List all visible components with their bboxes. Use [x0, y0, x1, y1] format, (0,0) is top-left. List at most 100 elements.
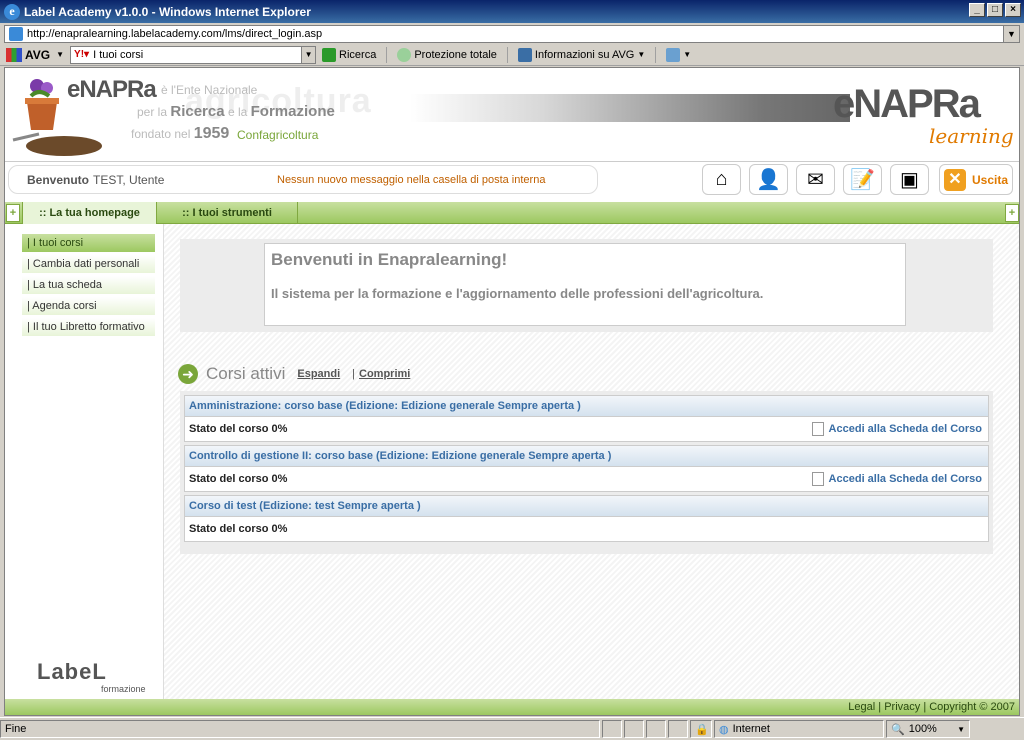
address-input[interactable]: http://enapralearning.labelacademy.com/l…: [4, 24, 1020, 43]
zone-indicator: ◍ Internet: [714, 720, 884, 738]
toolbar-divider: [386, 46, 388, 63]
address-dropdown-icon[interactable]: ▼: [1003, 25, 1019, 42]
avg-logo-icon: [6, 47, 22, 62]
zoom-control[interactable]: 🔍 100% ▼: [886, 720, 970, 738]
yahoo-icon: Y!▾: [74, 49, 90, 60]
main-nav: + :: La tua homepage :: I tuoi strumenti…: [5, 201, 1019, 224]
course-item: Controllo di gestione II: corso base (Ed…: [184, 445, 989, 492]
copyright: Copyright © 2007: [929, 701, 1015, 713]
search-arrow-icon: [322, 47, 337, 62]
avg-toolbar: AVG ▼ Y!▾ I tuoi corsi ▼ Ricerca Protezi…: [0, 44, 1024, 66]
nav-right-cap: +: [1005, 204, 1019, 222]
welcome-user: TEST, Utente: [93, 172, 165, 187]
address-bar: http://enapralearning.labelacademy.com/l…: [0, 23, 1024, 44]
label-logo-sub: formazione: [101, 684, 146, 694]
legal-link[interactable]: Legal: [848, 701, 875, 713]
course-item: Amministrazione: corso base (Edizione: E…: [184, 395, 989, 442]
course-item: Corso di test (Edizione: test Sempre ape…: [184, 495, 989, 542]
course-card-link[interactable]: Accedi alla Scheda del Corso: [811, 422, 982, 436]
badge-icon[interactable]: ▣: [890, 164, 929, 195]
course-status: Stato del corso 0%: [189, 523, 288, 535]
welcome-greeting: Benvenuto: [27, 172, 90, 187]
footer-separator: |: [878, 701, 882, 713]
shield-icon: [397, 47, 412, 62]
tagline-line1: è l'Ente Nazionale: [161, 83, 258, 97]
toolbar-search-input[interactable]: Y!▾ I tuoi corsi ▼: [70, 45, 317, 64]
close-icon: ✕: [944, 168, 966, 191]
tab-homepage[interactable]: :: La tua homepage: [22, 202, 157, 224]
lock-icon: 🔒: [690, 720, 712, 738]
home-icon[interactable]: ⌂: [702, 164, 741, 195]
expand-link[interactable]: Espandi: [297, 368, 340, 380]
course-card-link[interactable]: Accedi alla Scheda del Corso: [811, 472, 982, 486]
search-button[interactable]: Ricerca: [322, 47, 377, 62]
protection-label: Protezione totale: [414, 48, 497, 61]
welcome-title: Benvenuti in Enapralearning!: [271, 250, 508, 269]
sidebar-item-profile[interactable]: | La tua scheda: [22, 276, 155, 295]
toolbar-search-value: I tuoi corsi: [93, 48, 144, 61]
search-button-label: Ricerca: [339, 48, 377, 61]
sidebar-item-agenda[interactable]: | Agenda corsi: [22, 297, 155, 316]
protection-button[interactable]: Protezione totale: [397, 47, 497, 62]
info-icon: [517, 47, 532, 62]
status-bar: Fine 🔒 ◍ Internet 🔍 100% ▼: [0, 717, 1024, 740]
active-courses-header: ➜ Corsi attivi Espandi | Comprimi: [178, 364, 422, 384]
status-cell: [646, 720, 666, 738]
enapra-logo-big: eNAPRa: [833, 82, 981, 126]
tab-tools[interactable]: :: I tuoi strumenti: [157, 202, 298, 224]
main-content: Benvenuti in Enapralearning! Il sistema …: [163, 224, 1019, 699]
page-icon: [9, 26, 23, 41]
status-cell: [602, 720, 622, 738]
sidebar-item-booklet[interactable]: | Il tuo Libretto formativo: [22, 318, 155, 337]
logout-label: Uscita: [972, 172, 1009, 187]
quick-actions: ⌂ 👤 ✉ 📝 ▣: [702, 164, 929, 195]
sidebar-item-personal-data[interactable]: | Cambia dati personali: [22, 255, 155, 274]
mail-icon[interactable]: ✉: [796, 164, 835, 195]
notes-icon[interactable]: 📝: [843, 164, 882, 195]
status-text: Fine: [0, 720, 600, 738]
course-title[interactable]: Corso di test (Edizione: test Sempre ape…: [185, 496, 988, 517]
course-status: Stato del corso 0%: [189, 423, 288, 435]
course-title[interactable]: Amministrazione: corso base (Edizione: E…: [185, 396, 988, 417]
avg-menu[interactable]: AVG ▼: [6, 47, 65, 62]
welcome-panel: Benvenuti in Enapralearning! Il sistema …: [180, 239, 993, 332]
search-dropdown-icon[interactable]: ▼: [301, 46, 316, 63]
toolbar-divider: [655, 46, 657, 63]
avg-label: AVG: [25, 47, 51, 62]
privacy-link[interactable]: Privacy: [884, 701, 920, 713]
globe-icon: ◍: [719, 723, 729, 736]
ie-icon: e: [4, 3, 20, 20]
document-icon: [811, 472, 824, 486]
chevron-down-icon: ▼: [683, 50, 692, 59]
site-header: eNAPRa agricoltura è l'Ente Nazionale pe…: [5, 68, 1019, 162]
close-button[interactable]: ×: [1005, 3, 1021, 17]
refresh-options-button[interactable]: ▼: [666, 47, 692, 62]
logout-button[interactable]: ✕ Uscita: [939, 164, 1013, 195]
learning-logo: learning: [929, 124, 1014, 148]
window-titlebar: e Label Academy v1.0.0 - Windows Interne…: [0, 0, 1024, 23]
gradient-bar: [410, 94, 850, 122]
chevron-down-icon: ▼: [637, 50, 646, 59]
tagline-line2: per la Ricerca e la Formazione: [137, 103, 335, 120]
chevron-down-icon: ▼: [56, 50, 65, 59]
link-separator: |: [352, 368, 356, 380]
site-footer: Legal | Privacy | Copyright © 2007: [5, 699, 1019, 715]
arrow-right-icon: ➜: [178, 364, 198, 384]
user-icon[interactable]: 👤: [749, 164, 788, 195]
collapse-link[interactable]: Comprimi: [359, 368, 410, 380]
maximize-button[interactable]: □: [987, 3, 1003, 17]
welcome-text: Il sistema per la formazione e l'aggiorn…: [271, 286, 764, 301]
sidebar-item-courses[interactable]: | I tuoi corsi: [22, 234, 155, 253]
course-title[interactable]: Controllo di gestione II: corso base (Ed…: [185, 446, 988, 467]
status-cell: [668, 720, 688, 738]
avg-info-label: Informazioni su AVG: [534, 48, 635, 61]
minimize-button[interactable]: _: [969, 3, 985, 17]
browser-viewport: eNAPRa agricoltura è l'Ente Nazionale pe…: [4, 67, 1020, 716]
course-list: Amministrazione: corso base (Edizione: E…: [180, 391, 993, 554]
document-icon: [811, 422, 824, 436]
status-cell: [624, 720, 644, 738]
mail-status[interactable]: Nessun nuovo messaggio nella casella di …: [277, 174, 545, 186]
window-title: Label Academy v1.0.0 - Windows Internet …: [24, 4, 311, 19]
avg-info-button[interactable]: Informazioni su AVG ▼: [517, 47, 646, 62]
sidebar: | I tuoi corsi | Cambia dati personali |…: [5, 224, 163, 699]
